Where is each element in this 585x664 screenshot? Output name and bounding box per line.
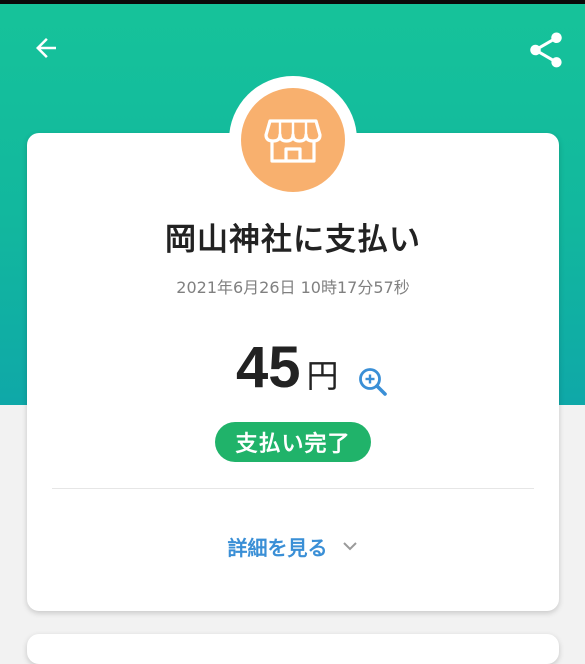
share-icon	[530, 32, 562, 68]
next-card	[27, 634, 559, 664]
show-details-label: 詳細を見る	[227, 535, 328, 560]
payment-amount: 45	[236, 335, 301, 400]
show-details-button[interactable]: 詳細を見る	[210, 526, 375, 566]
arrow-left-icon	[36, 38, 56, 58]
amount-row: 45 円	[236, 334, 339, 404]
payment-datetime: 2021年6月26日 10時17分57秒	[176, 278, 410, 297]
merchant-name: 岡山神社に支払い	[165, 222, 421, 258]
currency-unit: 円	[306, 357, 339, 395]
share-button[interactable]	[522, 26, 570, 74]
zoom-button[interactable]	[356, 365, 390, 399]
status-bar	[0, 0, 585, 4]
merchant-avatar	[229, 76, 357, 204]
storefront-icon	[264, 119, 322, 163]
chevron-down-icon	[342, 538, 358, 554]
merchant-avatar-circle	[241, 88, 345, 192]
divider	[52, 488, 534, 489]
status-badge: 支払い完了	[215, 422, 371, 462]
zoom-in-icon	[359, 368, 387, 396]
back-button[interactable]	[26, 28, 66, 68]
